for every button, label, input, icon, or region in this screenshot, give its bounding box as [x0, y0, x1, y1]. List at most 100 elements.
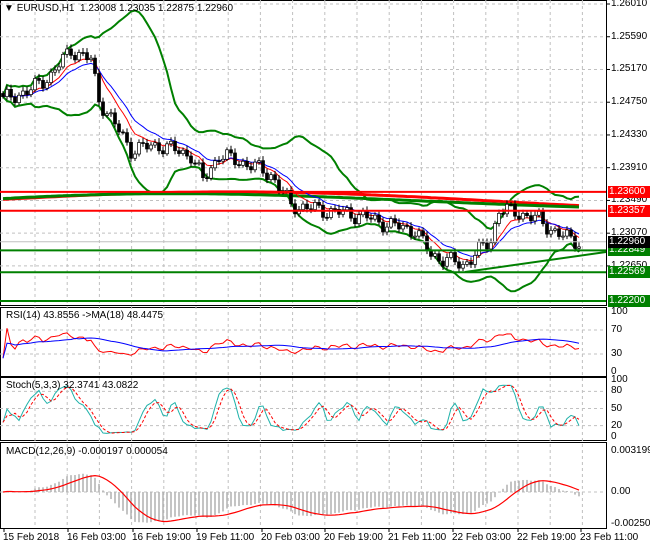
candle-bear — [73, 55, 77, 61]
price-tick-label: 1.24330 — [611, 128, 648, 140]
candle-bear — [381, 221, 385, 233]
candle-bull — [33, 78, 37, 91]
candle-bear — [37, 78, 41, 81]
x-axis-label: 16 Feb 03:00 — [67, 532, 126, 543]
candle-bear — [233, 152, 237, 165]
candle-bull — [413, 235, 417, 238]
candle-bull — [137, 142, 141, 155]
candle-bull — [209, 167, 213, 179]
x-axis-label: 20 Feb 19:00 — [324, 532, 383, 543]
rsi-tick-label: 30 — [611, 348, 623, 359]
candle-bear — [201, 162, 205, 178]
candle-bear — [113, 112, 117, 125]
candle-bear — [9, 88, 13, 98]
candle-bear — [349, 207, 353, 219]
candle-bull — [213, 160, 217, 169]
level-price-tag: 1.23600 — [608, 185, 650, 198]
candle-bear — [317, 202, 321, 206]
candle-bull — [445, 257, 449, 267]
stoch-label: Stoch(5,3,3) 32.3741 43.0822 — [6, 380, 139, 391]
candle-bull — [253, 161, 257, 171]
candle-bull — [61, 54, 65, 68]
candle-bear — [453, 252, 457, 263]
candle-bull — [77, 52, 81, 61]
candle-bull — [401, 225, 405, 230]
candle-bear — [1, 93, 5, 97]
x-axis-label: 22 Feb 19:00 — [517, 532, 576, 543]
level-price-tag: 1.23357 — [608, 204, 650, 217]
candle-bull — [345, 207, 349, 211]
candle-bear — [229, 149, 233, 154]
candle-bear — [117, 123, 121, 133]
x-axis-label: 23 Feb 11:00 — [580, 532, 639, 543]
price-tick-label: 1.24750 — [611, 96, 648, 108]
macd-tick-label: -0.002506 — [611, 518, 650, 530]
candle-bear — [129, 141, 133, 159]
chart-header: ▼ EURUSD,H1 1.23008 1.23035 1.22875 1.22… — [4, 3, 233, 14]
candle-bear — [509, 203, 513, 206]
candle-bear — [185, 149, 189, 157]
ema-fast — [2, 58, 580, 262]
rsi-ma-line — [2, 337, 580, 359]
candle-bear — [177, 150, 181, 154]
x-axis-label: 20 Feb 03:00 — [261, 532, 320, 543]
price-tick-label: 1.25590 — [611, 30, 648, 42]
candle-bull — [549, 230, 553, 235]
rsi-label: RSI(14) 43.8556 ->MA(18) 48.4475 — [6, 310, 164, 321]
candle-bear — [441, 260, 445, 267]
candle-bear — [125, 132, 129, 143]
candle-bull — [257, 160, 261, 163]
price-tick-label: 1.23910 — [611, 161, 648, 173]
candle-bear — [365, 210, 369, 219]
symbol-label: EURUSD,H1 — [16, 3, 75, 14]
candle-bull — [165, 143, 169, 155]
candle-bull — [417, 230, 421, 237]
x-axis-label: 21 Feb 11:00 — [388, 532, 447, 543]
open-value: 1.23008 — [80, 3, 117, 14]
candle-bear — [353, 217, 357, 225]
candle-bear — [377, 214, 381, 223]
candle-bear — [157, 142, 161, 152]
chart-window[interactable]: ▼ EURUSD,H1 1.23008 1.23035 1.22875 1.22… — [0, 0, 650, 550]
candle-bull — [473, 255, 477, 265]
chart-canvas[interactable] — [0, 0, 650, 550]
x-axis-label: 22 Feb 03:00 — [452, 532, 511, 543]
candle-bear — [457, 261, 461, 269]
current-price-tag: 1.22960 — [608, 235, 650, 248]
candle-bear — [85, 52, 89, 61]
candle-bear — [121, 131, 125, 134]
candle-bear — [485, 242, 489, 250]
candle-bear — [141, 142, 145, 144]
stoch-tick-label: 0 — [611, 431, 617, 442]
candle-bull — [533, 214, 537, 222]
dropdown-triangle-icon[interactable]: ▼ — [4, 3, 14, 14]
candle-bull — [577, 246, 581, 249]
rsi-tick-label: 70 — [611, 324, 623, 335]
candle-bear — [369, 217, 373, 220]
candle-bull — [225, 149, 229, 160]
candle-bull — [489, 242, 493, 250]
candle-bear — [405, 225, 409, 227]
candle-bear — [569, 229, 573, 237]
candle-bear — [325, 216, 329, 219]
candle-bull — [105, 113, 109, 116]
candle-bear — [205, 177, 209, 179]
candle-bear — [261, 160, 265, 174]
candle-bear — [421, 230, 425, 237]
candle-bull — [21, 90, 25, 96]
candle-bull — [477, 241, 481, 256]
candle-bear — [217, 160, 221, 163]
candle-bull — [465, 261, 469, 265]
candle-bull — [53, 69, 57, 73]
x-axis-label: 16 Feb 19:00 — [132, 532, 191, 543]
candle-bull — [313, 202, 317, 210]
candle-bull — [433, 253, 437, 257]
candle-bull — [197, 162, 201, 165]
candle-bull — [521, 212, 525, 220]
level-price-tag: 1.22569 — [608, 266, 650, 279]
candle-bear — [189, 155, 193, 164]
candle-bear — [293, 203, 297, 215]
candle-bear — [273, 174, 277, 181]
candle-bull — [153, 142, 157, 146]
stoch-tick-label: 20 — [611, 419, 623, 431]
